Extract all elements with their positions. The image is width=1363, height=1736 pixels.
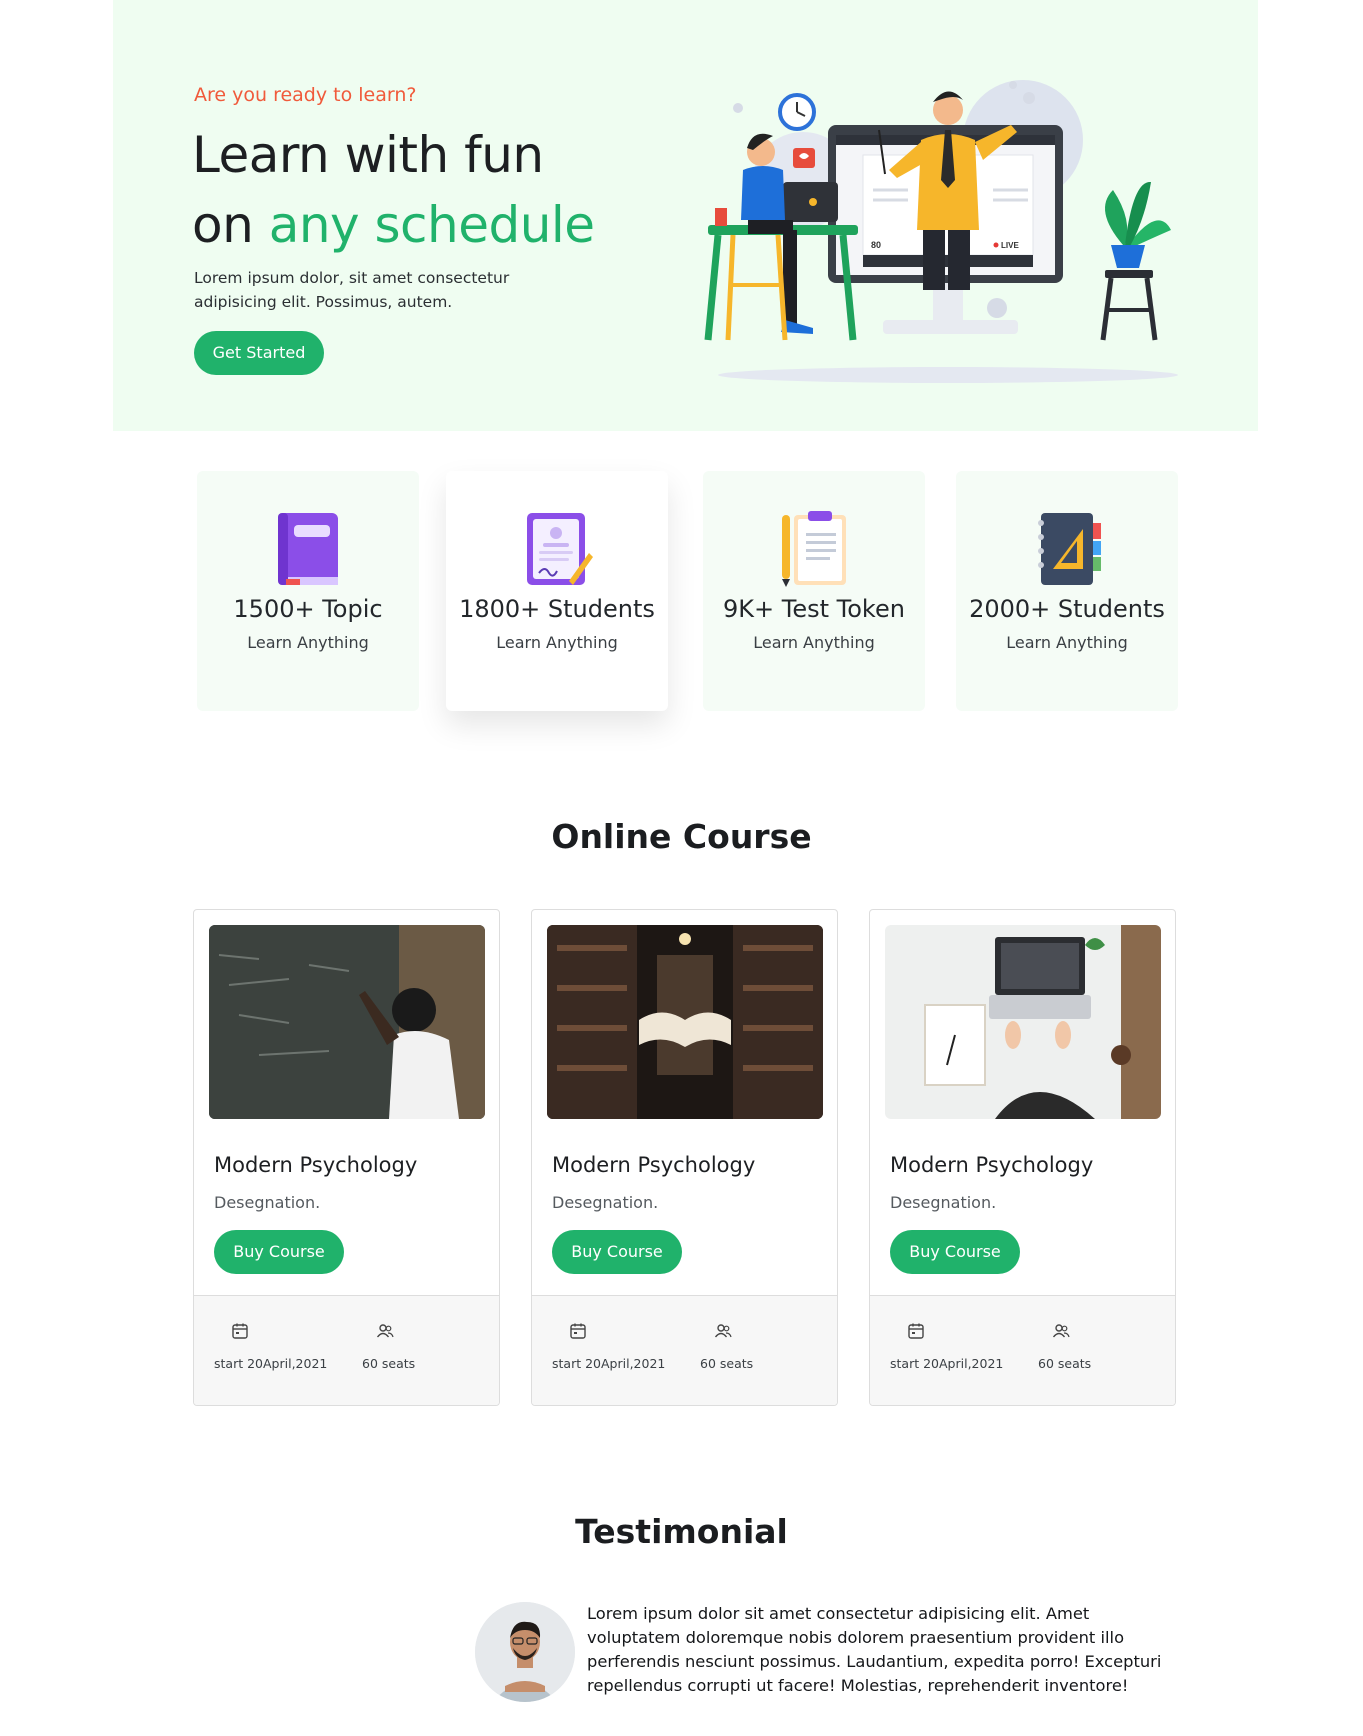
hero-description: Lorem ipsum dolor, sit amet consectetur … — [194, 269, 510, 311]
hero-section: Are you ready to learn? Learn with fun o… — [113, 0, 1258, 431]
stat-card-test-tokens: 9K+ Test Token Learn Anything — [703, 471, 925, 711]
calendar-icon — [570, 1323, 586, 1339]
online-course-title: Online Course — [551, 817, 812, 856]
stat-card-students: 1800+ Students Learn Anything — [446, 471, 668, 711]
testimonial-avatar — [475, 1602, 575, 1702]
bg-dot — [1009, 81, 1017, 89]
course-seats: 60 seats — [700, 1322, 753, 1371]
course-subtitle: Desegnation. — [552, 1193, 659, 1212]
girl-at-chalkboard-image — [209, 925, 485, 1119]
get-started-button[interactable]: Get Started — [194, 331, 324, 375]
bg-dot — [987, 298, 1007, 318]
course-seats-text: 60 seats — [362, 1356, 416, 1371]
users-icon — [376, 1324, 394, 1338]
stat-card-students-2: 2000+ Students Learn Anything — [956, 471, 1178, 711]
hero-title: Learn with fun on any schedule — [192, 120, 595, 260]
stat-label: Learn Anything — [247, 633, 369, 652]
stat-card-topics: 1500+ Topic Learn Anything — [197, 471, 419, 711]
course-title: Modern Psychology — [890, 1153, 1094, 1177]
clock-icon — [778, 93, 816, 131]
hero-title-accent: any schedule — [268, 196, 595, 254]
live-label: LIVE — [1001, 241, 1019, 250]
stat-value: 1500+ Topic — [233, 595, 383, 623]
buy-course-button[interactable]: Buy Course — [552, 1230, 682, 1274]
course-footer: start 20April,2021 60 seats — [194, 1295, 499, 1405]
calendar-icon — [232, 1323, 248, 1339]
stat-label: Learn Anything — [496, 633, 618, 652]
course-card: Modern Psychology Desegnation. Buy Cours… — [869, 909, 1176, 1406]
users-icon — [1052, 1324, 1070, 1338]
hero-illustration: 80 LIVE — [704, 80, 1178, 383]
hero-title-line2-prefix: on — [192, 196, 269, 254]
stat-label: Learn Anything — [753, 633, 875, 652]
buy-course-button[interactable]: Buy Course — [890, 1230, 1020, 1274]
testimonial-title: Testimonial — [575, 1512, 788, 1551]
users-icon — [714, 1324, 732, 1338]
laptop-desk-image — [885, 925, 1161, 1119]
course-start: start 20April,2021 — [214, 1322, 327, 1371]
course-start: start 20April,2021 — [890, 1322, 1003, 1371]
course-seats-text: 60 seats — [1038, 1356, 1092, 1371]
course-subtitle: Desegnation. — [214, 1193, 321, 1212]
hero-title-line1: Learn with fun — [192, 126, 544, 184]
course-card: Modern Psychology Desegnation. Buy Cours… — [531, 909, 838, 1406]
certificate-icon — [527, 513, 593, 585]
hero-kicker: Are you ready to learn? — [194, 84, 417, 106]
course-title: Modern Psychology — [214, 1153, 418, 1177]
floor-shadow — [718, 367, 1178, 383]
course-title: Modern Psychology — [552, 1153, 756, 1177]
book-icon — [278, 513, 338, 585]
course-card: Modern Psychology Desegnation. Buy Cours… — [193, 909, 500, 1406]
bg-dot — [1023, 92, 1035, 104]
clipboard-icon — [782, 511, 846, 587]
course-subtitle: Desegnation. — [890, 1193, 997, 1212]
buy-course-button[interactable]: Buy Course — [214, 1230, 344, 1274]
notebook-icon — [1038, 513, 1101, 585]
stat-label: Learn Anything — [1006, 633, 1128, 652]
stat-value: 2000+ Students — [969, 595, 1165, 623]
library-book-image — [547, 925, 823, 1119]
stat-value: 9K+ Test Token — [723, 595, 905, 623]
viewer-count: 80 — [871, 240, 881, 250]
testimonial-text: Lorem ipsum dolor sit amet consectetur a… — [587, 1604, 1162, 1695]
course-footer: start 20April,2021 60 seats — [870, 1295, 1175, 1405]
course-footer: start 20April,2021 60 seats — [532, 1295, 837, 1405]
course-seats-text: 60 seats — [700, 1356, 754, 1371]
bg-dot — [733, 103, 743, 113]
course-start: start 20April,2021 — [552, 1322, 665, 1371]
stat-value: 1800+ Students — [459, 595, 655, 623]
course-seats: 60 seats — [362, 1322, 415, 1371]
course-seats: 60 seats — [1038, 1322, 1091, 1371]
calendar-icon — [908, 1323, 924, 1339]
course-start-text: start 20April,2021 — [214, 1356, 328, 1371]
course-start-text: start 20April,2021 — [890, 1356, 1004, 1371]
course-start-text: start 20April,2021 — [552, 1356, 666, 1371]
plant-graphic — [1100, 181, 1171, 341]
